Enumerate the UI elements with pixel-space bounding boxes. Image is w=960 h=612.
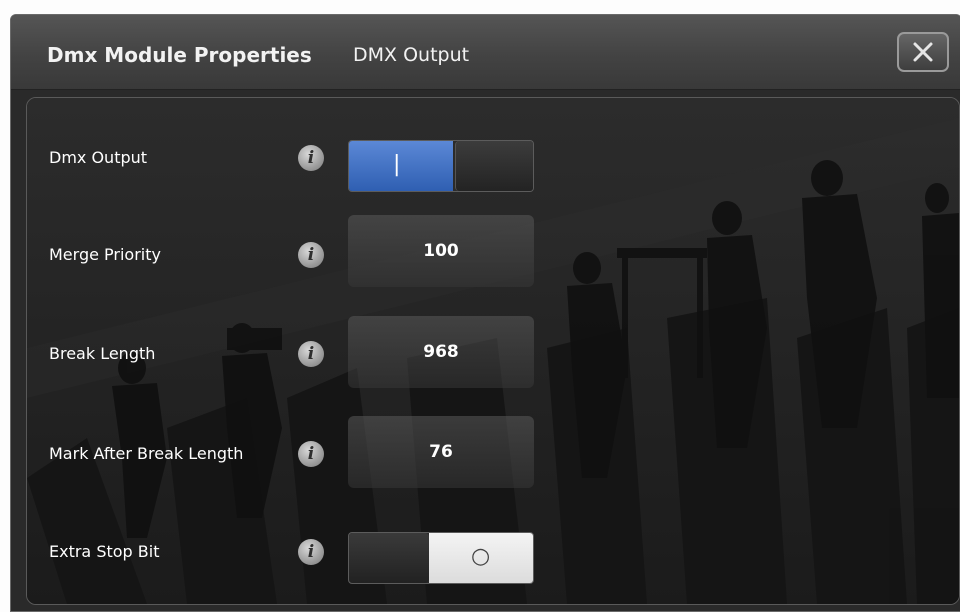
toggle-knob (349, 533, 429, 583)
info-icon[interactable]: i (298, 341, 324, 367)
dmx-module-properties-dialog: Dmx Module Properties DMX Output Dmx Out… (10, 14, 960, 612)
toggle-off-glyph: ○ (471, 544, 491, 569)
title-bar: Dmx Module Properties DMX Output (11, 15, 960, 90)
close-x-icon (913, 42, 933, 62)
extra-stop-bit-label: Extra Stop Bit (49, 542, 160, 561)
properties-panel: Dmx Output i | Merge Priority i 100 Brea… (26, 97, 960, 605)
merge-priority-label: Merge Priority (49, 245, 161, 264)
toggle-knob (455, 141, 533, 191)
info-icon[interactable]: i (298, 145, 324, 171)
merge-priority-field[interactable]: 100 (348, 215, 534, 287)
dialog-title: Dmx Module Properties (47, 43, 312, 67)
info-icon[interactable]: i (298, 441, 324, 467)
mark-after-break-length-label: Mark After Break Length (49, 444, 244, 463)
break-length-label: Break Length (49, 344, 156, 363)
toggle-on-glyph: | (393, 152, 401, 177)
toggle-on-segment: | (349, 141, 453, 191)
dialog-subtitle: DMX Output (353, 44, 470, 66)
close-button[interactable] (897, 32, 949, 72)
break-length-field[interactable]: 968 (348, 316, 534, 388)
mark-after-break-length-field[interactable]: 76 (348, 416, 534, 488)
dmx-output-label: Dmx Output (49, 148, 148, 167)
info-icon[interactable]: i (298, 242, 324, 268)
info-icon[interactable]: i (298, 539, 324, 565)
extra-stop-bit-toggle[interactable]: ○ (348, 532, 534, 584)
dmx-output-toggle[interactable]: | (348, 140, 534, 192)
toggle-off-segment: ○ (429, 533, 533, 583)
